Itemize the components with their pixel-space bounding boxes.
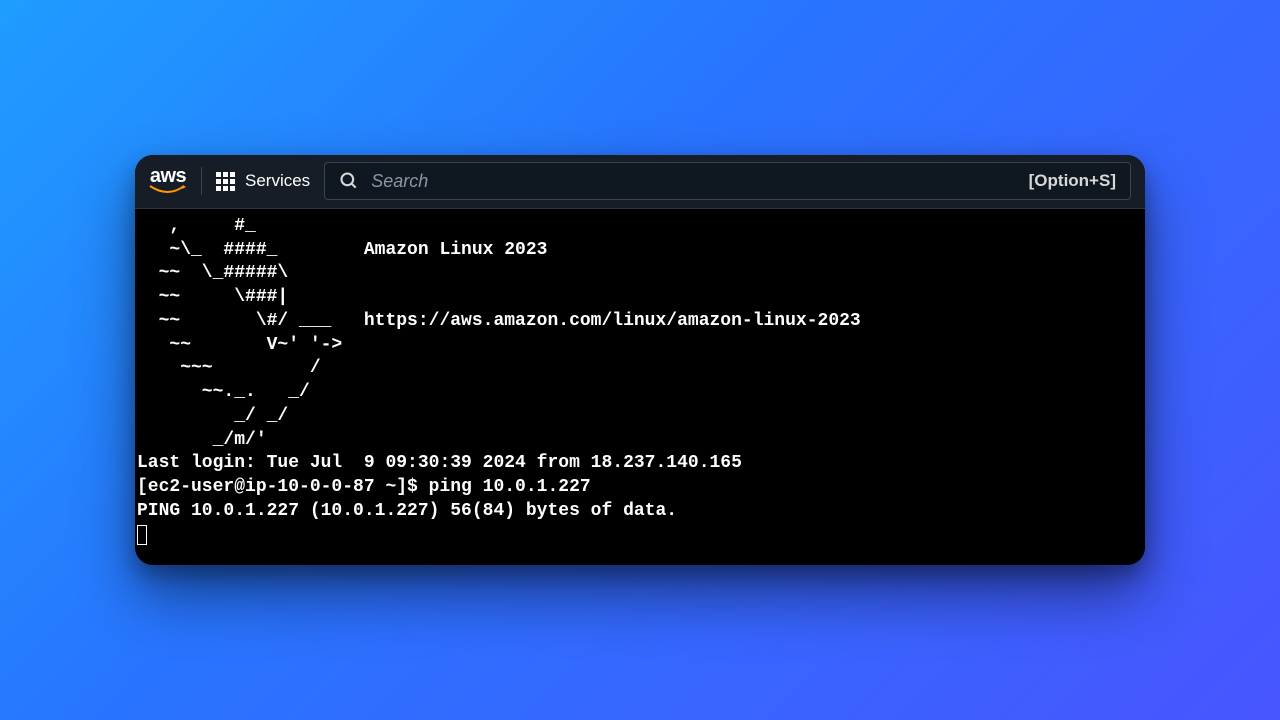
- search-bar[interactable]: [Option+S]: [324, 162, 1131, 200]
- motd-line: ~~ V~' '->: [137, 335, 342, 355]
- terminal-cursor: [137, 525, 147, 545]
- header-divider: [201, 167, 202, 195]
- ping-output-line: PING 10.0.1.227 (10.0.1.227) 56(84) byte…: [137, 501, 677, 521]
- prompt-line: [ec2-user@ip-10-0-0-87 ~]$ ping 10.0.1.2…: [137, 477, 591, 497]
- aws-smile-icon: [149, 184, 187, 196]
- aws-logo[interactable]: aws: [149, 166, 187, 196]
- motd-line: ~~ \#/ ___ https://aws.amazon.com/linux/…: [137, 311, 861, 331]
- motd-line: _/ _/: [137, 406, 288, 426]
- last-login-line: Last login: Tue Jul 9 09:30:39 2024 from…: [137, 453, 742, 473]
- motd-line: ~\_ ####_ Amazon Linux 2023: [137, 240, 547, 260]
- search-input[interactable]: [371, 171, 1016, 192]
- motd-line: ~~ \_#####\: [137, 263, 288, 283]
- motd-line: ~~ \###|: [137, 287, 288, 307]
- services-label: Services: [245, 171, 310, 191]
- motd-line: , #_: [137, 216, 256, 236]
- aws-header-bar: aws Services [Option+S]: [135, 155, 1145, 209]
- terminal-body[interactable]: , #_ ~\_ ####_ Amazon Linux 2023 ~~ \_##…: [135, 209, 1145, 566]
- search-shortcut: [Option+S]: [1029, 171, 1116, 191]
- services-menu[interactable]: Services: [216, 171, 310, 191]
- grid-icon: [216, 172, 235, 191]
- motd-line: ~~._. _/: [137, 382, 310, 402]
- search-icon: [339, 171, 359, 191]
- motd-line: ~~~ /: [137, 358, 321, 378]
- terminal-window: aws Services [Option+S] , #_ ~\: [135, 155, 1145, 566]
- motd-line: _/m/': [137, 430, 267, 450]
- aws-logo-text: aws: [150, 166, 186, 186]
